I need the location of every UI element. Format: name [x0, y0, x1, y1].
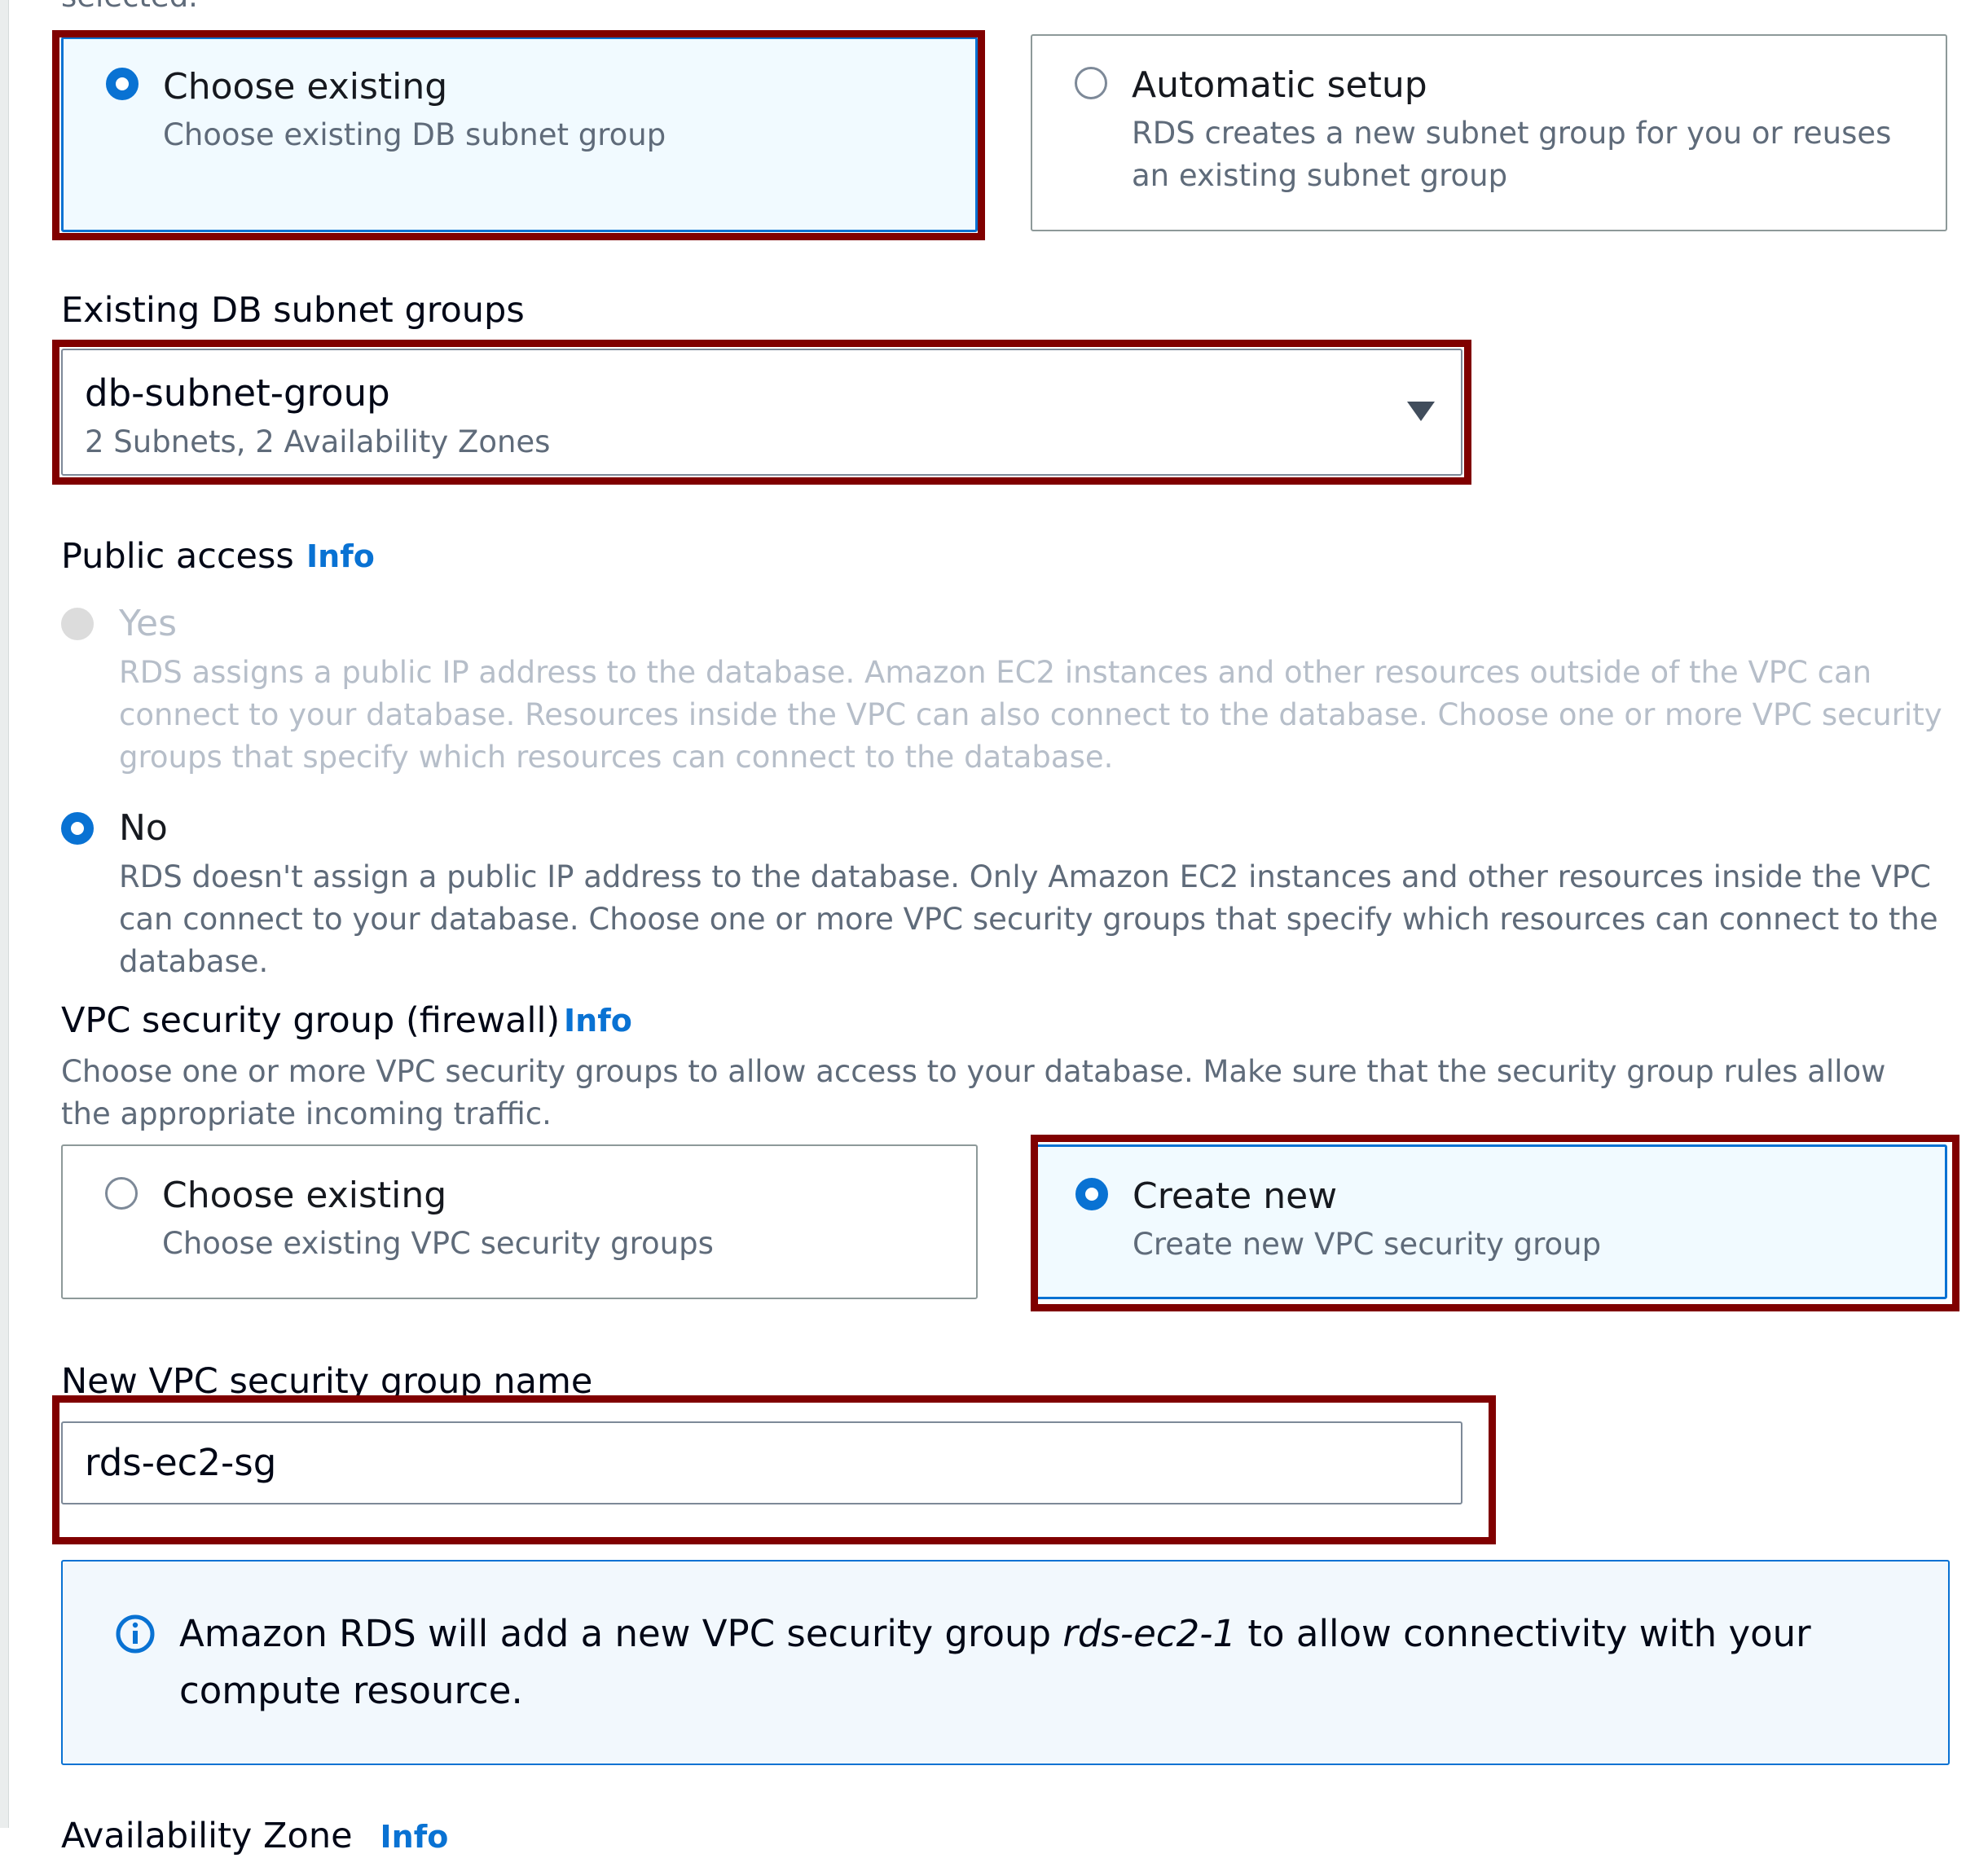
subnet-groups-label: Existing DB subnet groups: [61, 290, 525, 331]
public-access-no-radio[interactable]: [61, 812, 94, 845]
vpc-sg-choose-existing-radio[interactable]: [105, 1177, 138, 1210]
highlight-subnet-select: [52, 340, 1471, 485]
bottom-cut-label: Availability Zone Info: [61, 1815, 448, 1858]
info-notice-text: Amazon RDS will add a new VPC security g…: [179, 1605, 1907, 1720]
highlight-vpc-create-new: [1031, 1135, 1959, 1311]
subnet-automatic-title: Automatic setup: [1132, 64, 1427, 106]
vpc-sg-choose-existing-tile[interactable]: Choose existing Choose existing VPC secu…: [61, 1144, 978, 1299]
subnet-automatic-desc: RDS creates a new subnet group for you o…: [1132, 116, 1892, 193]
public-access-yes-radio[interactable]: [61, 608, 94, 640]
highlight-new-sg-name: [52, 1395, 1496, 1544]
public-access-yes-title: Yes: [119, 603, 178, 644]
public-access-no-desc: RDS doesn't assign a public IP address t…: [119, 859, 1938, 979]
subnet-automatic-tile[interactable]: Automatic setup RDS creates a new subnet…: [1031, 34, 1947, 231]
public-access-info-link[interactable]: Info: [306, 535, 375, 578]
public-access-yes-desc: RDS assigns a public IP address to the d…: [119, 655, 1942, 775]
info-notice: Amazon RDS will add a new VPC security g…: [61, 1560, 1950, 1765]
bottom-cut-label-text: Availability Zone: [61, 1816, 353, 1856]
vpc-sg-desc: Choose one or more VPC security groups t…: [61, 1054, 1886, 1131]
info-notice-text-before: Amazon RDS will add a new VPC security g…: [179, 1612, 1063, 1655]
info-notice-sg-name: rds-ec2-1: [1062, 1612, 1237, 1655]
bottom-cut-info-link[interactable]: Info: [380, 1819, 449, 1855]
public-access-no-title: No: [119, 807, 168, 849]
info-circle-icon: [116, 1614, 155, 1654]
vpc-sg-label: VPC security group (firewall): [61, 1000, 561, 1041]
public-access-label: Public access: [61, 536, 294, 577]
vpc-sg-choose-existing-title: Choose existing: [162, 1175, 447, 1216]
subnet-automatic-radio[interactable]: [1075, 67, 1107, 99]
top-cut-text: selected.: [61, 0, 198, 18]
vpc-sg-choose-existing-desc: Choose existing VPC security groups: [162, 1226, 714, 1261]
vpc-sg-info-link[interactable]: Info: [564, 999, 632, 1042]
highlight-subnet-existing: [52, 30, 985, 240]
left-page-edge: [0, 0, 9, 1828]
